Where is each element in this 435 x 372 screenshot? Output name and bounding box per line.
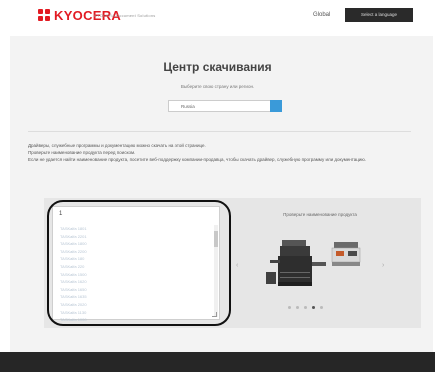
global-link[interactable]: Global bbox=[313, 12, 330, 18]
brand-tagline: KYOCERA Document Solutions bbox=[94, 13, 156, 18]
site-footer bbox=[0, 352, 435, 372]
carousel-dots bbox=[288, 306, 323, 309]
carousel-dot[interactable] bbox=[320, 306, 323, 309]
preview-title: Проверьте наименование продукта bbox=[283, 212, 357, 217]
info-line: Проверьте наименование продукта перед по… bbox=[28, 150, 136, 155]
region-select[interactable]: Russia bbox=[168, 100, 282, 112]
region-dropdown-button[interactable] bbox=[270, 100, 282, 112]
info-text: Драйверы, служебные программы и документ… bbox=[28, 142, 408, 163]
highlight-outline bbox=[47, 200, 231, 326]
carousel-next-arrow-icon[interactable]: › bbox=[382, 262, 384, 269]
carousel-dot[interactable] bbox=[296, 306, 299, 309]
page-title: Центр скачивания bbox=[163, 60, 272, 74]
carousel-prev-arrow-icon[interactable]: ‹ bbox=[236, 262, 238, 269]
region-select-value: Russia bbox=[181, 104, 195, 109]
carousel-dot[interactable] bbox=[304, 306, 307, 309]
info-line: Если не удается найти наименование проду… bbox=[28, 157, 367, 162]
divider bbox=[28, 131, 411, 132]
page-subtitle: Выберите свою страну или регион. bbox=[180, 84, 255, 89]
language-select-button[interactable]: Select a language bbox=[345, 8, 413, 22]
carousel-dot-active[interactable] bbox=[312, 306, 315, 309]
printer-product-image bbox=[266, 240, 361, 286]
carousel-dot[interactable] bbox=[288, 306, 291, 309]
site-header: KYOCERA KYOCERA Document Solutions Globa… bbox=[0, 0, 435, 33]
kyocera-logo-mark-icon bbox=[38, 9, 51, 22]
info-line: Драйверы, служебные программы и документ… bbox=[28, 143, 206, 148]
